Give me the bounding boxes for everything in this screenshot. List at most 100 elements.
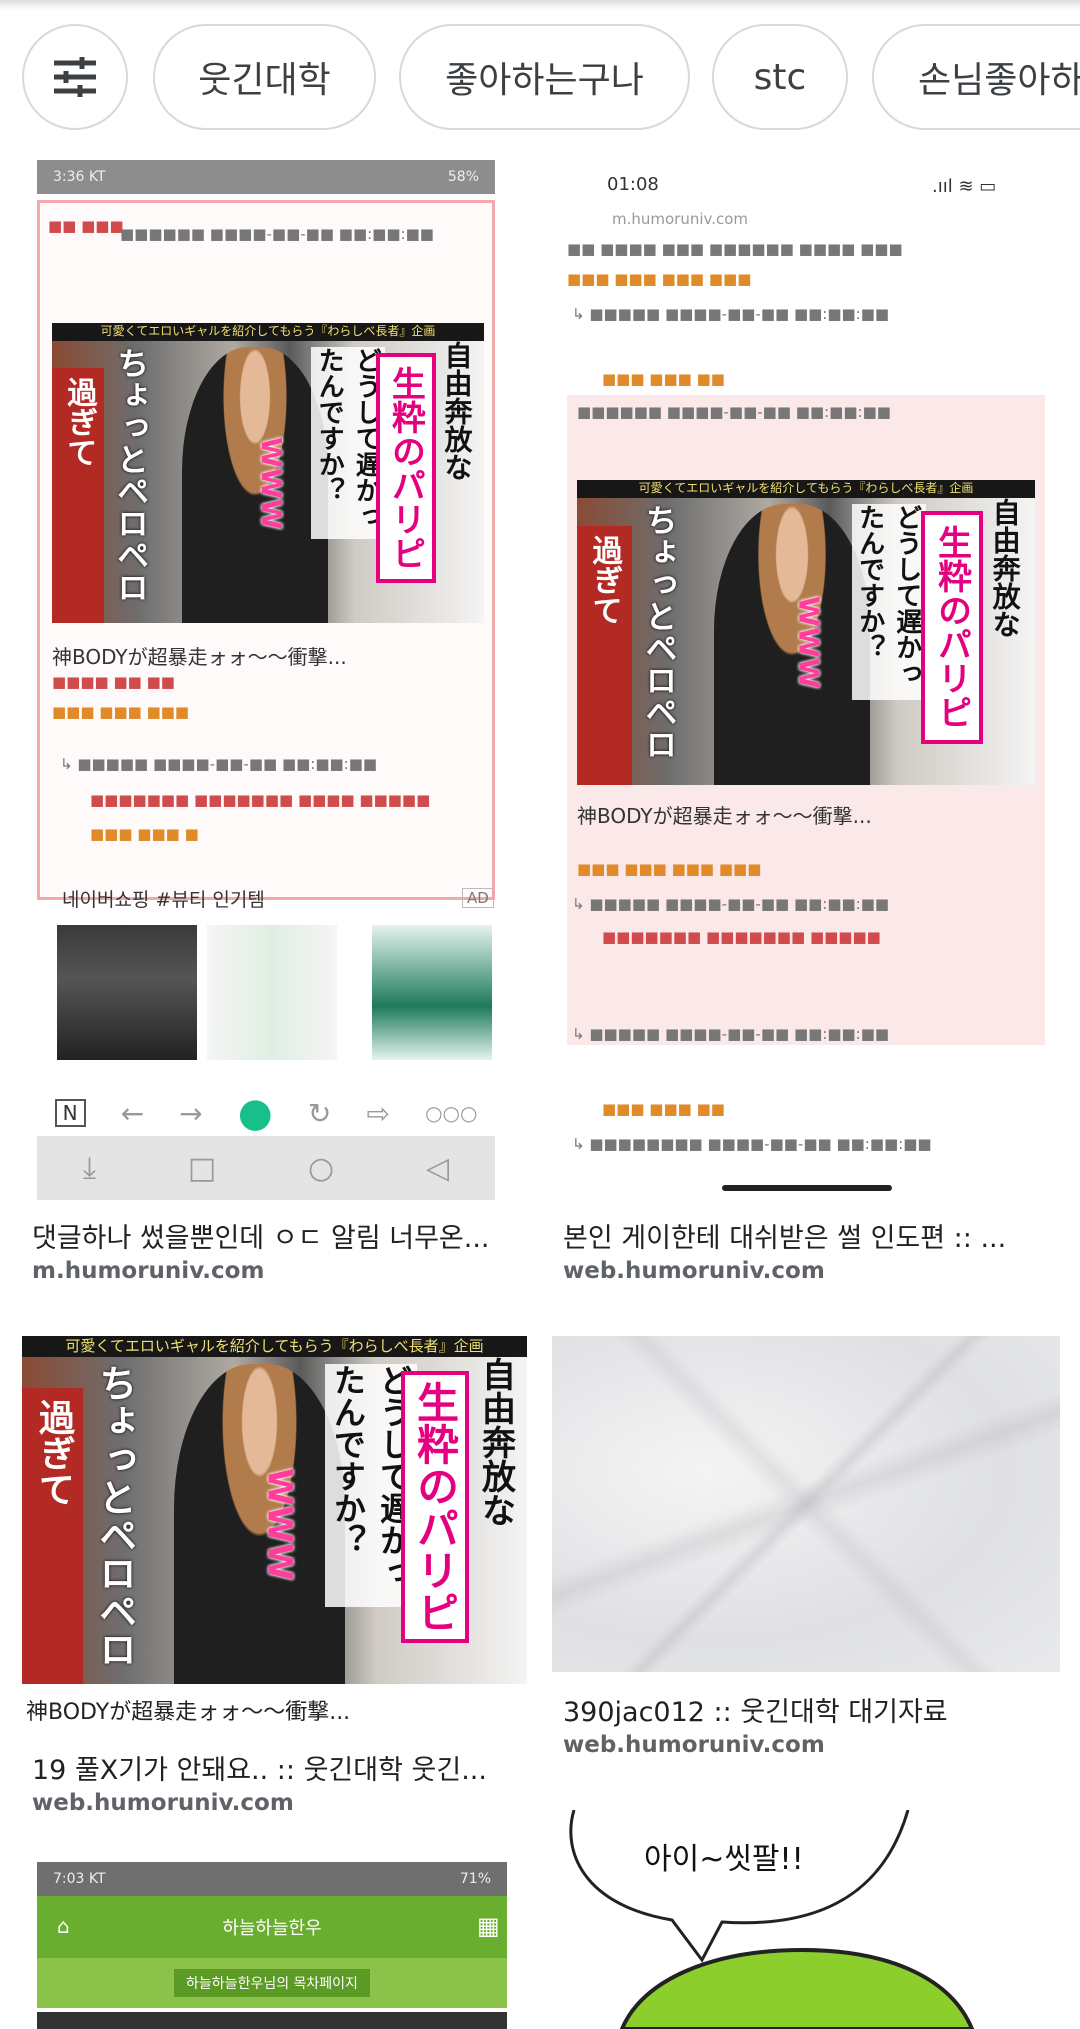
forward-icon: → bbox=[179, 1096, 203, 1130]
photo-text-www: WWW bbox=[792, 595, 826, 689]
tune-icon bbox=[54, 57, 96, 97]
comment-meta: ■■■■■■ ■■■■-■■-■■ ■■:■■:■■ bbox=[577, 403, 891, 421]
reply-meta-4: ↳ ■■■■■■■■ ■■■■-■■-■■ ■■:■■:■■ bbox=[572, 1135, 932, 1153]
reply-meta-2: ↳ ■■■■■ ■■■■-■■-■■ ■■:■■:■■ bbox=[572, 895, 890, 913]
reply-meta: ↳ ■■■■■ ■■■■-■■-■■ ■■:■■:■■ bbox=[60, 755, 378, 773]
back-icon: ← bbox=[120, 1096, 145, 1130]
site-subheader: 하늘하늘한우님의 목차페이지 bbox=[37, 1958, 507, 2008]
result-source-3[interactable]: web.humoruniv.com bbox=[563, 1732, 825, 1758]
photo-banner: 可愛くてエロいギャルを紹介してもらう『わらしべ長者』企画 bbox=[52, 323, 484, 341]
result-source-0[interactable]: m.humoruniv.com bbox=[32, 1258, 264, 1284]
share-icon: ⇨ bbox=[366, 1096, 390, 1130]
photo-text-left: ちょっとペロペロ bbox=[112, 347, 151, 603]
photo-text-right: 自由奔放な bbox=[988, 498, 1022, 639]
photo-text-left: ちょっとペロペロ bbox=[92, 1363, 137, 1668]
photo-text-red: 過ぎて bbox=[586, 534, 622, 625]
chip-label: 손님좋아하 bbox=[918, 60, 1080, 101]
home-circle-icon: ○ bbox=[308, 1150, 335, 1186]
chip-2[interactable]: stc bbox=[712, 24, 848, 130]
photo-text-left: ちょっとペロペロ bbox=[640, 504, 679, 761]
result-title-0[interactable]: 댓글하나 썼을뿐인데 ㅇㄷ 알림 너무온... bbox=[32, 1216, 514, 1255]
result-title-1[interactable]: 본인 게이한테 대쉬받은 썰 인도편 :: ... bbox=[563, 1216, 1060, 1255]
reply-text: ■■■■■■■ ■■■■■■■ ■■■■ ■■■■■ bbox=[90, 791, 431, 809]
comment-photo: 可愛くてエロいギャルを紹介してもらう『わらしべ長者』企画 過ぎて ちょっとペロペ… bbox=[577, 480, 1035, 785]
result-title-3[interactable]: 390jac012 :: 웃긴대학 대기자료 bbox=[563, 1690, 1060, 1729]
comment-line: ■■■■ ■■ ■■ bbox=[52, 673, 175, 691]
photo-text-www: WWW bbox=[255, 437, 289, 530]
comment-box: ■■ ■■■ ■■■■■■ ■■■■-■■-■■ ■■:■■:■■ 可愛くてエロ… bbox=[37, 200, 495, 900]
result-source-2[interactable]: web.humoruniv.com bbox=[32, 1790, 294, 1816]
home-icon: ● bbox=[237, 1090, 273, 1136]
photo-text-red: 過ぎて bbox=[33, 1398, 75, 1507]
photo-text-right: 自由奔放な bbox=[475, 1356, 516, 1527]
reply-meta-3: ↳ ■■■■■ ■■■■-■■-■■ ■■:■■:■■ bbox=[572, 1025, 890, 1043]
result-title-2[interactable]: 19 풀X기가 안돼요.. :: 웃긴대학 웃긴... bbox=[32, 1748, 515, 1787]
result-image-3[interactable] bbox=[552, 1336, 1060, 1672]
dark-strip bbox=[37, 2012, 507, 2029]
photo-caption: 神BODYが超暴走ォォ〜〜衝撃... bbox=[52, 645, 347, 669]
speech-bubble bbox=[569, 1810, 975, 2029]
photo-caption: 神BODYが超暴走ォォ〜〜衝撃... bbox=[26, 1700, 351, 1725]
photo-text-mid: どうして遅かったんですか？ bbox=[851, 504, 926, 700]
status-time: 01:08 bbox=[607, 174, 659, 195]
ad-badge: AD bbox=[462, 888, 494, 908]
chip-label: stc bbox=[753, 56, 807, 98]
recent-apps-icon: □ bbox=[187, 1150, 217, 1186]
chip-3[interactable]: 손님좋아하 bbox=[872, 24, 1080, 130]
phone-status-bar: 3:36 KT 58% bbox=[37, 160, 495, 194]
naver-icon: N bbox=[54, 1099, 86, 1127]
photo-caption: 神BODYが超暴走ォォ〜〜衝撃... bbox=[577, 804, 872, 828]
chip-label: 웃긴대학 bbox=[198, 60, 331, 101]
grid-menu-icon: ▦ bbox=[477, 1912, 500, 1940]
status-time: 7:03 KT bbox=[53, 1871, 106, 1887]
photo-banner: 可愛くてエロいギャルを紹介してもらう『わらしべ長者』企画 bbox=[577, 480, 1035, 499]
status-icons: .ııl ≋ ▭ bbox=[932, 176, 997, 197]
filter-chip-row: 웃긴대학 좋아하는구나 stc 손님좋아하 bbox=[0, 24, 1080, 134]
ad-product-2 bbox=[372, 925, 492, 1060]
result-image-2[interactable]: 可愛くてエロいギャルを紹介してもらう『わらしべ長者』企画 過ぎて ちょっとペロペ… bbox=[22, 1336, 527, 1730]
android-nav-bar: ⤓ □ ○ ◁ bbox=[37, 1136, 495, 1200]
more-icon: ○○○ bbox=[425, 1101, 478, 1125]
reply-meta: ↳ ■■■■■ ■■■■-■■-■■ ■■:■■:■■ bbox=[572, 305, 890, 323]
reply-reactions: ■■■ ■■■ ■ bbox=[90, 825, 199, 843]
ad-label: 네이버쇼핑 #뷰티 인기템 bbox=[62, 889, 265, 911]
result-source-1[interactable]: web.humoruniv.com bbox=[563, 1258, 825, 1284]
comment-meta: ■■■■■■ ■■■■-■■-■■ ■■:■■:■■ bbox=[120, 225, 434, 243]
chip-0[interactable]: 웃긴대학 bbox=[153, 24, 376, 130]
reply-reactions: ■■■ ■■■ ■■ bbox=[602, 370, 725, 388]
home-icon: ⌂ bbox=[57, 1914, 70, 1938]
photo-text-red: 過ぎて bbox=[61, 377, 97, 467]
result-image-4[interactable]: 7:03 KT 71% 하늘하늘한우 ⌂ ▦ 하늘하늘한우님의 목차페이지 bbox=[22, 1862, 527, 2029]
download-icon: ⤓ bbox=[82, 1150, 97, 1186]
thread-line: ■■ ■■■■ ■■■ ■■■■■■ ■■■■ ■■■ bbox=[567, 240, 903, 258]
back-triangle-icon: ◁ bbox=[425, 1150, 450, 1186]
reply-reactions-3: ■■■ ■■■ ■■ bbox=[602, 1100, 725, 1118]
photo-banner: 可愛くてエロいギャルを紹介してもらう『わらしべ長者』企画 bbox=[22, 1336, 527, 1357]
site-header: 하늘하늘한우 bbox=[37, 1896, 507, 1958]
result-photo: 可愛くてエロいギャルを紹介してもらう『わらしべ長者』企画 過ぎて ちょっとペロペ… bbox=[22, 1336, 527, 1684]
url-bar: m.humoruniv.com bbox=[612, 210, 749, 228]
photo-text-right: 自由奔放な bbox=[440, 341, 474, 481]
comment-tag: ■■ ■■■ bbox=[48, 217, 124, 235]
refresh-icon: ↻ bbox=[307, 1096, 332, 1130]
filter-chip[interactable] bbox=[22, 24, 128, 130]
comment-reactions: ■■■ ■■■ ■■■ ■■■ bbox=[577, 860, 762, 878]
result-image-1[interactable]: 01:08 .ııl ≋ ▭ m.humoruniv.com ■■ ■■■■ ■… bbox=[552, 160, 1060, 1200]
speech-text: 아이~씻팔!! bbox=[644, 1842, 804, 1877]
photo-text-mid: どうして遅かったんですか？ bbox=[311, 347, 386, 539]
status-battery: 58% bbox=[447, 169, 479, 185]
comment-photo: 可愛くてエロいギャルを紹介してもらう『わらしべ長者』企画 過ぎて ちょっとペロペ… bbox=[52, 323, 484, 623]
ad-product-1 bbox=[207, 925, 337, 1060]
top-shadow bbox=[0, 0, 1080, 10]
photo-text-pink: 生粋のパリピ bbox=[920, 510, 984, 745]
status-time: 3:36 KT bbox=[53, 169, 106, 185]
ad-product-0 bbox=[57, 925, 197, 1060]
thread-reactions: ■■■ ■■■ ■■■ ■■■ bbox=[567, 270, 752, 288]
result-image-0[interactable]: 3:36 KT 58% ■■ ■■■ ■■■■■■ ■■■■-■■-■■ ■■:… bbox=[22, 160, 515, 1200]
result-image-5[interactable]: 아이~씻팔!! bbox=[552, 1810, 1060, 2029]
reply-text-2: ■■■■■■■ ■■■■■■■ ■■■■■ bbox=[602, 928, 881, 946]
chip-label: 좋아하는구나 bbox=[445, 60, 644, 101]
chip-1[interactable]: 좋아하는구나 bbox=[399, 24, 690, 130]
phone-status-bar: 7:03 KT 71% bbox=[37, 1862, 507, 1896]
comment-reactions: ■■■ ■■■ ■■■ bbox=[52, 703, 190, 721]
